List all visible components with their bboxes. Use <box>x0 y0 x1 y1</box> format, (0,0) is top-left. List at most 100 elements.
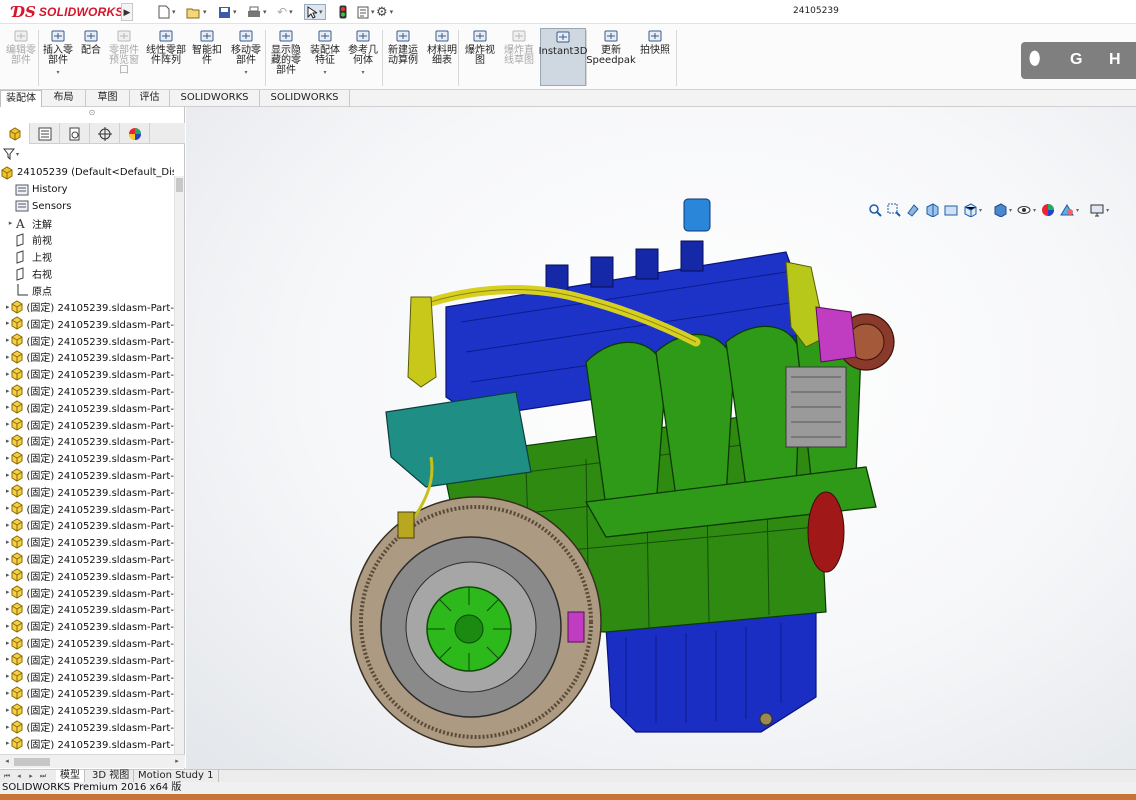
solidworks-logo[interactable]: ƊS SOLIDWORKS <box>12 3 124 21</box>
tree-part-row[interactable]: ▸ (固定) 24105239.sldasm-Part-5 <box>0 365 174 382</box>
tree-part-row[interactable]: ▸ (固定) 24105239.sldasm-Part-12 <box>0 483 174 500</box>
tree-part-row[interactable]: ▸ (固定) 24105239.sldasm-Part-21 <box>0 634 174 651</box>
move-component-button[interactable]: 移动零 部件 ▾ <box>227 28 265 86</box>
tree-node[interactable]: ▸ A 注解 <box>0 215 174 232</box>
tree-filter[interactable]: ▾ <box>0 144 185 164</box>
component-preview-button[interactable]: 零部件 预览窗 口 <box>106 28 142 86</box>
scroll-right-icon[interactable]: ▸ <box>172 756 182 766</box>
insert-component-button[interactable]: 插入零 部件 ▾ <box>40 28 76 86</box>
bill-of-materials-button[interactable]: 材料明 细表 <box>424 28 460 86</box>
save-button[interactable]: ▾ <box>218 4 237 20</box>
exploded-view-button[interactable]: 爆炸视 图 <box>462 28 498 86</box>
chevron-down-icon[interactable]: ▾ <box>1033 207 1036 214</box>
property-manager-tab[interactable] <box>30 123 60 144</box>
pencil-button[interactable]: 编辑零 部件 <box>3 28 39 86</box>
tree-vertical-scrollbar[interactable] <box>174 176 184 754</box>
previous-view-icon[interactable] <box>906 203 920 217</box>
open-button[interactable]: ▾ <box>186 4 207 20</box>
tab-solidworks-mbd[interactable]: SOLIDWORKS MBD <box>260 90 350 119</box>
chevron-down-icon[interactable]: ▾ <box>979 207 982 214</box>
tree-part-row[interactable]: ▸ (固定) 24105239.sldasm-Part-20 <box>0 617 174 634</box>
section-view-icon[interactable] <box>925 203 939 217</box>
menu-expand-arrow[interactable]: ▶ <box>121 3 133 21</box>
tree-node[interactable]: 前视 <box>0 231 174 248</box>
display-style-icon[interactable] <box>993 203 1007 217</box>
tree-part-row[interactable]: ▸ (固定) 24105239.sldasm-Part-18 <box>0 584 174 601</box>
tree-part-row[interactable]: ▸ (固定) 24105239.sldasm-Part-6 <box>0 382 174 399</box>
view-settings-icon[interactable] <box>1090 203 1104 217</box>
chevron-down-icon[interactable]: ▾ <box>1076 207 1079 214</box>
tree-node[interactable]: 右视 <box>0 265 174 282</box>
dynamic-annotation-icon[interactable] <box>944 203 958 217</box>
explode-line-sketch-button[interactable]: 爆炸直 线草图 <box>500 28 538 86</box>
assembly-feature-button[interactable]: 装配体 特征 ▾ <box>307 28 343 86</box>
tree-part-row[interactable]: ▸ (固定) 24105239.sldasm-Part-25 <box>0 701 174 718</box>
tree-part-row[interactable]: ▸ (固定) 24105239.sldasm-Part-3 <box>0 332 174 349</box>
scroll-left-icon[interactable]: ◂ <box>2 756 12 766</box>
chevron-down-icon[interactable]: ▾ <box>1106 207 1109 214</box>
tab-solidworks-addins[interactable]: SOLIDWORKS 插件 <box>170 90 260 119</box>
hide-show-items-icon[interactable] <box>1017 203 1031 217</box>
tab-evaluate[interactable]: 评估 <box>130 90 170 107</box>
options-button[interactable]: ⚙ ▾ <box>376 4 393 20</box>
tree-part-row[interactable]: ▸ (固定) 24105239.sldasm-Part-14 <box>0 516 174 533</box>
tab-sketch[interactable]: 草图 <box>86 90 130 107</box>
display-manager-tab[interactable] <box>120 123 150 144</box>
scrollbar-thumb[interactable] <box>176 178 183 192</box>
dimxpert-manager-tab[interactable] <box>90 123 120 144</box>
first-tab-icon[interactable]: ⏮ <box>2 771 12 781</box>
tree-part-row[interactable]: ▸ (固定) 24105239.sldasm-Part-11 <box>0 466 174 483</box>
mate-clip-button[interactable]: 配合 <box>78 28 104 86</box>
tree-part-row[interactable]: ▸ (固定) 24105239.sldasm-Part-19 <box>0 600 174 617</box>
tree-part-row[interactable]: ▸ (固定) 24105239.sldasm-Part-24 <box>0 684 174 701</box>
tree-part-row[interactable]: ▸ (固定) 24105239.sldasm-Part-27 <box>0 735 174 752</box>
prev-tab-icon[interactable]: ◂ <box>14 771 24 781</box>
next-tab-icon[interactable]: ▸ <box>26 771 36 781</box>
tree-node[interactable]: 原点 <box>0 282 174 299</box>
graphics-area[interactable]: ▾ ▾ ▾ ▾ ▾ <box>186 107 1136 769</box>
linear-pattern-button[interactable]: 线性零部 件阵列 <box>144 28 188 86</box>
tab-assembly[interactable]: 装配体 <box>0 90 42 107</box>
tree-part-row[interactable]: ▸ (固定) 24105239.sldasm-Part-26 <box>0 718 174 735</box>
motion-study-button[interactable]: 新建运 动算例 <box>384 28 422 86</box>
tree-node[interactable]: 上视 <box>0 248 174 265</box>
expand-arrow-icon[interactable]: ▸ <box>6 219 15 227</box>
heads-up-side-panel[interactable]: ⬮ G H <box>1021 42 1136 79</box>
speedpak-button[interactable]: 更新 Speedpak <box>586 28 636 86</box>
tree-part-row[interactable]: ▸ (固定) 24105239.sldasm-Part-22 <box>0 651 174 668</box>
print-button[interactable]: ▾ <box>247 4 267 20</box>
tree-part-row[interactable]: ▸ (固定) 24105239.sldasm-Part-23 <box>0 668 174 685</box>
scrollbar-thumb[interactable] <box>14 758 50 766</box>
tree-part-row[interactable]: ▸ (固定) 24105239.sldasm-Part-10 <box>0 449 174 466</box>
undo-button[interactable]: ↶ ▾ <box>277 4 293 20</box>
file-properties-button[interactable]: ▾ <box>357 4 375 20</box>
tab-layout[interactable]: 布局 <box>42 90 86 107</box>
tree-part-row[interactable]: ▸ (固定) 24105239.sldasm-Part-7 <box>0 399 174 416</box>
reference-geometry-button[interactable]: 参考几 何体 ▾ <box>345 28 381 86</box>
chevron-down-icon[interactable]: ▾ <box>1009 207 1012 214</box>
tree-horizontal-scrollbar[interactable]: ◂ ▸ <box>0 754 185 768</box>
tree-part-row[interactable]: ▸ (固定) 24105239.sldasm-Part-4 <box>0 348 174 365</box>
tree-part-row[interactable]: ▸ (固定) 24105239.sldasm-Part-2 <box>0 315 174 332</box>
last-tab-icon[interactable]: ⏭ <box>38 771 48 781</box>
rebuild-button[interactable] <box>339 4 347 20</box>
tree-part-row[interactable]: ▸ (固定) 24105239.sldasm-Part-8 <box>0 416 174 433</box>
smart-fastener-button[interactable]: 智能扣 件 <box>189 28 225 86</box>
tree-part-row[interactable]: ▸ (固定) 24105239.sldasm-Part-1 <box>0 298 174 315</box>
tree-node[interactable]: Sensors <box>0 198 174 215</box>
edit-appearance-icon[interactable] <box>1041 203 1055 217</box>
instant3d-button[interactable]: Instant3D <box>539 28 587 86</box>
snapshot-camera-button[interactable]: 拍快照 <box>636 28 674 86</box>
tree-node[interactable]: History <box>0 181 174 198</box>
tree-part-row[interactable]: ▸ (固定) 24105239.sldasm-Part-13 <box>0 500 174 517</box>
new-document-button[interactable]: ▾ <box>158 4 176 20</box>
view-orientation-icon[interactable] <box>963 203 977 217</box>
zoom-to-fit-icon[interactable] <box>868 203 882 217</box>
zoom-to-area-icon[interactable] <box>887 203 901 217</box>
tree-root-assembly[interactable]: 24105239 (Default<Default_Displa <box>0 164 174 181</box>
configuration-manager-tab[interactable] <box>60 123 90 144</box>
feature-manager-tab[interactable] <box>0 123 30 144</box>
tree-part-row[interactable]: ▸ (固定) 24105239.sldasm-Part-17 <box>0 567 174 584</box>
show-hidden-button[interactable]: 显示隐 藏的零 部件 <box>267 28 305 86</box>
apply-scene-icon[interactable] <box>1060 203 1074 217</box>
